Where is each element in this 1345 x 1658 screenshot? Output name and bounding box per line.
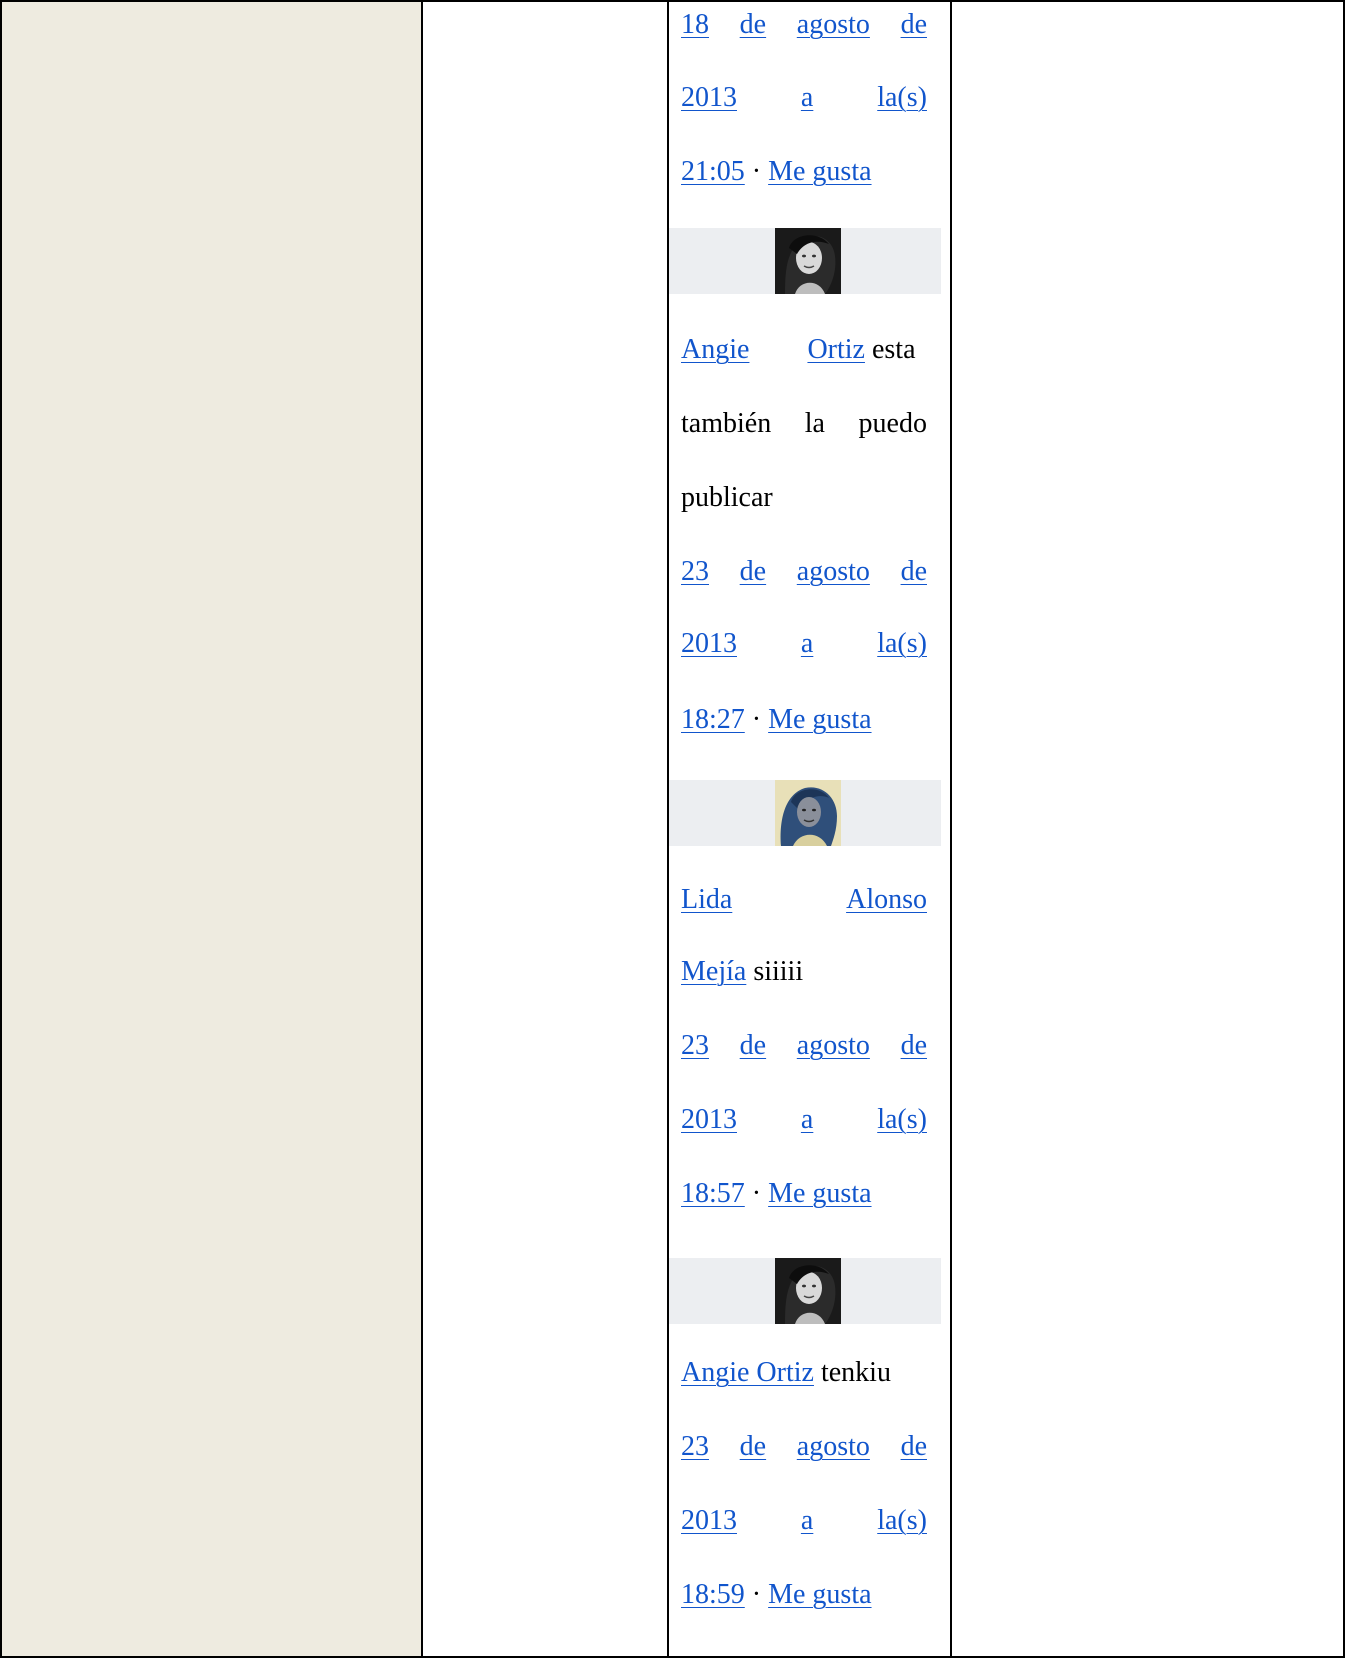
date-link[interactable]: agosto (797, 1029, 870, 1063)
comment-text-line: también la puedo (681, 407, 927, 441)
author-link[interactable]: Mejía (681, 956, 746, 987)
date-link[interactable]: 2013 (681, 1504, 737, 1538)
avatar-icon[interactable] (775, 1258, 841, 1324)
table-border (421, 0, 423, 1658)
comment-avatar-band (667, 780, 941, 846)
date-link[interactable]: 2013 (681, 81, 737, 115)
time-link[interactable]: 18:27 (681, 704, 745, 735)
date-link[interactable]: a (801, 1103, 813, 1137)
comment-date-line[interactable]: 2013 a la(s) (681, 81, 927, 115)
date-link[interactable]: la(s) (877, 81, 927, 115)
date-link[interactable]: de (740, 1029, 766, 1063)
date-link[interactable]: de (740, 555, 766, 589)
comment-meta-line: 18:27 · Me gusta (681, 703, 927, 737)
comment-meta-line: 21:05 · Me gusta (681, 155, 927, 189)
date-link[interactable]: la(s) (877, 1504, 927, 1538)
date-link[interactable]: agosto (797, 8, 870, 42)
comment-text-line: Angie Ortiz tenkiu (681, 1356, 927, 1390)
like-link[interactable]: Me gusta (768, 156, 871, 187)
date-link[interactable]: agosto (797, 555, 870, 589)
comment-avatar-band (667, 1258, 941, 1324)
author-link[interactable]: Angie (681, 334, 749, 365)
separator: · (751, 1579, 762, 1610)
avatar-icon[interactable] (775, 780, 841, 846)
comment-author-line[interactable]: Lida Alonso (681, 883, 927, 917)
date-link[interactable]: agosto (797, 1430, 870, 1464)
like-link[interactable]: Me gusta (768, 1178, 871, 1209)
avatar-icon[interactable] (775, 228, 841, 294)
date-link[interactable]: 2013 (681, 1103, 737, 1137)
comment-text: publicar (681, 482, 773, 513)
author-link[interactable]: Alonso (846, 883, 927, 917)
comment-avatar-band (667, 228, 941, 294)
table-border-left (0, 0, 2, 1658)
author-link[interactable]: Angie Ortiz (681, 1357, 814, 1388)
date-link[interactable]: de (740, 8, 766, 42)
time-link[interactable]: 18:59 (681, 1579, 745, 1610)
date-link[interactable]: 23 (681, 1029, 709, 1063)
comment-date-line[interactable]: 2013 a la(s) (681, 1103, 927, 1137)
date-link[interactable]: 2013 (681, 627, 737, 661)
author-link[interactable]: Ortiz (749, 334, 865, 365)
date-link[interactable]: 18 (681, 8, 709, 42)
comment-date-line[interactable]: 23 de agosto de (681, 1430, 927, 1464)
comment-text-line: publicar (681, 481, 927, 515)
table-column-2 (422, 0, 667, 1658)
like-link[interactable]: Me gusta (768, 1579, 871, 1610)
table-border (667, 0, 669, 1658)
separator: · (751, 704, 762, 735)
date-link[interactable]: de (901, 1029, 927, 1063)
date-link[interactable]: de (901, 8, 927, 42)
separator: · (751, 156, 762, 187)
comment-date-line[interactable]: 23 de agosto de (681, 555, 927, 589)
time-link[interactable]: 18:57 (681, 1178, 745, 1209)
comment-text: puedo (858, 408, 927, 439)
date-link[interactable]: la(s) (877, 1103, 927, 1137)
comment-text: también (681, 408, 772, 439)
comment-text: tenkiu (820, 1357, 891, 1388)
comment-text-line: Mejía siiiii (681, 955, 927, 989)
date-link[interactable]: de (901, 1430, 927, 1464)
table-column-4 (951, 0, 1345, 1658)
separator: · (751, 1178, 762, 1209)
date-link[interactable]: de (901, 555, 927, 589)
author-link[interactable]: Lida (681, 883, 732, 917)
date-link[interactable]: a (801, 81, 813, 115)
comment-text-line: Angie Ortiz esta (681, 333, 927, 367)
table-border-top (0, 0, 1345, 2)
date-link[interactable]: a (801, 1504, 813, 1538)
table-border (950, 0, 952, 1658)
comment-date-line[interactable]: 2013 a la(s) (681, 1504, 927, 1538)
date-link[interactable]: a (801, 627, 813, 661)
comment-meta-line: 18:57 · Me gusta (681, 1177, 927, 1211)
comment-date-line[interactable]: 23 de agosto de (681, 1029, 927, 1063)
date-link[interactable]: la(s) (877, 627, 927, 661)
date-link[interactable]: 23 (681, 1430, 709, 1464)
comment-text: siiiii (753, 956, 804, 987)
comment-text: esta (871, 334, 916, 365)
like-link[interactable]: Me gusta (768, 704, 871, 735)
table-column-1 (0, 0, 422, 1658)
comment-text: la (804, 408, 825, 439)
time-link[interactable]: 21:05 (681, 156, 745, 187)
date-link[interactable]: de (740, 1430, 766, 1464)
comment-date-line[interactable]: 2013 a la(s) (681, 627, 927, 661)
document-table: 18 de agosto de 2013 a la(s) 21:05 · Me … (0, 0, 1345, 1658)
comment-date-line[interactable]: 18 de agosto de (681, 8, 927, 42)
comment-meta-line: 18:59 · Me gusta (681, 1578, 927, 1612)
date-link[interactable]: 23 (681, 555, 709, 589)
